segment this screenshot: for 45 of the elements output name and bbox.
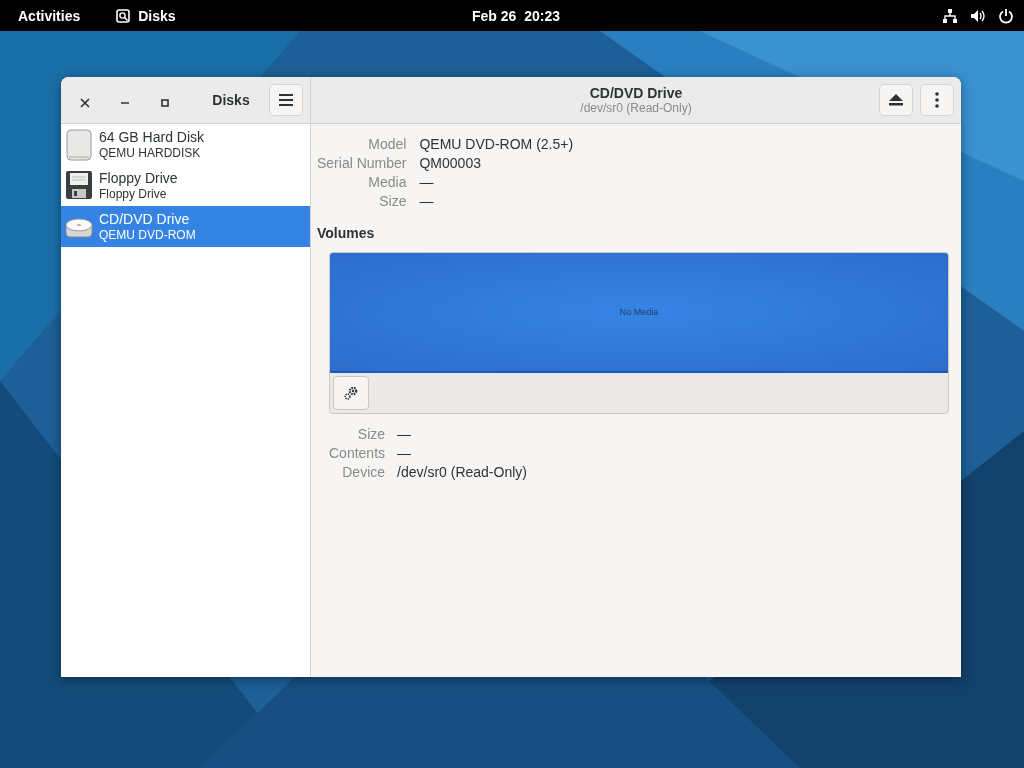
field-label: Device <box>341 464 386 481</box>
gears-icon <box>343 385 359 401</box>
field-label: Size <box>378 193 407 210</box>
drive-name: CD/DVD Drive <box>99 210 191 228</box>
more-options-button[interactable] <box>920 84 954 116</box>
drive-model: QEMU HARDDISK <box>99 146 202 161</box>
drive-title: CD/DVD Drive <box>589 85 683 101</box>
volume-map-label: No Media <box>619 307 659 317</box>
field-label: Size <box>356 426 386 443</box>
eject-button[interactable] <box>879 84 913 116</box>
drive-model: QEMU DVD-ROM <box>99 228 196 243</box>
clock[interactable]: Feb 26 20:23 <box>472 7 560 24</box>
field-value: QEMU DVD-ROM (2.5+) <box>419 136 575 153</box>
power-icon[interactable] <box>998 7 1014 24</box>
drive-item[interactable]: CD/DVD Drive QEMU DVD-ROM <box>61 206 310 247</box>
menu-button[interactable] <box>269 84 303 116</box>
activities-button[interactable]: Activities <box>18 7 81 24</box>
drive-name: Floppy Drive <box>99 169 178 187</box>
drive-subtitle: /dev/sr0 (Read-Only) <box>580 101 692 115</box>
settings-button[interactable] <box>333 376 369 410</box>
field-value: — <box>397 426 413 443</box>
volumes-heading: Volumes <box>317 225 376 241</box>
network-icon[interactable] <box>942 7 958 24</box>
menu-icon <box>278 93 294 107</box>
drive-model: Floppy Drive <box>99 187 168 202</box>
eject-icon <box>888 93 904 107</box>
drive-item[interactable]: Floppy Drive Floppy Drive <box>61 165 310 206</box>
close-icon <box>80 98 90 108</box>
drive-name: 64 GB Hard Disk <box>99 128 205 146</box>
app-title: Disks <box>211 92 251 108</box>
maximize-icon <box>160 98 170 108</box>
field-label: Model <box>367 136 407 153</box>
field-label: Contents <box>329 445 386 462</box>
field-value: — <box>419 193 435 210</box>
minimize-icon <box>121 102 129 104</box>
disks-app-icon <box>116 8 131 23</box>
field-value: QM00003 <box>419 155 482 172</box>
field-value: — <box>419 174 435 191</box>
app-menu-label[interactable]: Disks <box>138 7 176 24</box>
drive-item[interactable]: 64 GB Hard Disk QEMU HARDDISK <box>61 124 310 165</box>
more-options-icon <box>935 92 939 108</box>
field-value: — <box>397 445 413 462</box>
field-value: /dev/sr0 (Read-Only) <box>397 464 528 481</box>
field-label: Serial Number <box>317 155 407 172</box>
field-label: Media <box>367 174 407 191</box>
